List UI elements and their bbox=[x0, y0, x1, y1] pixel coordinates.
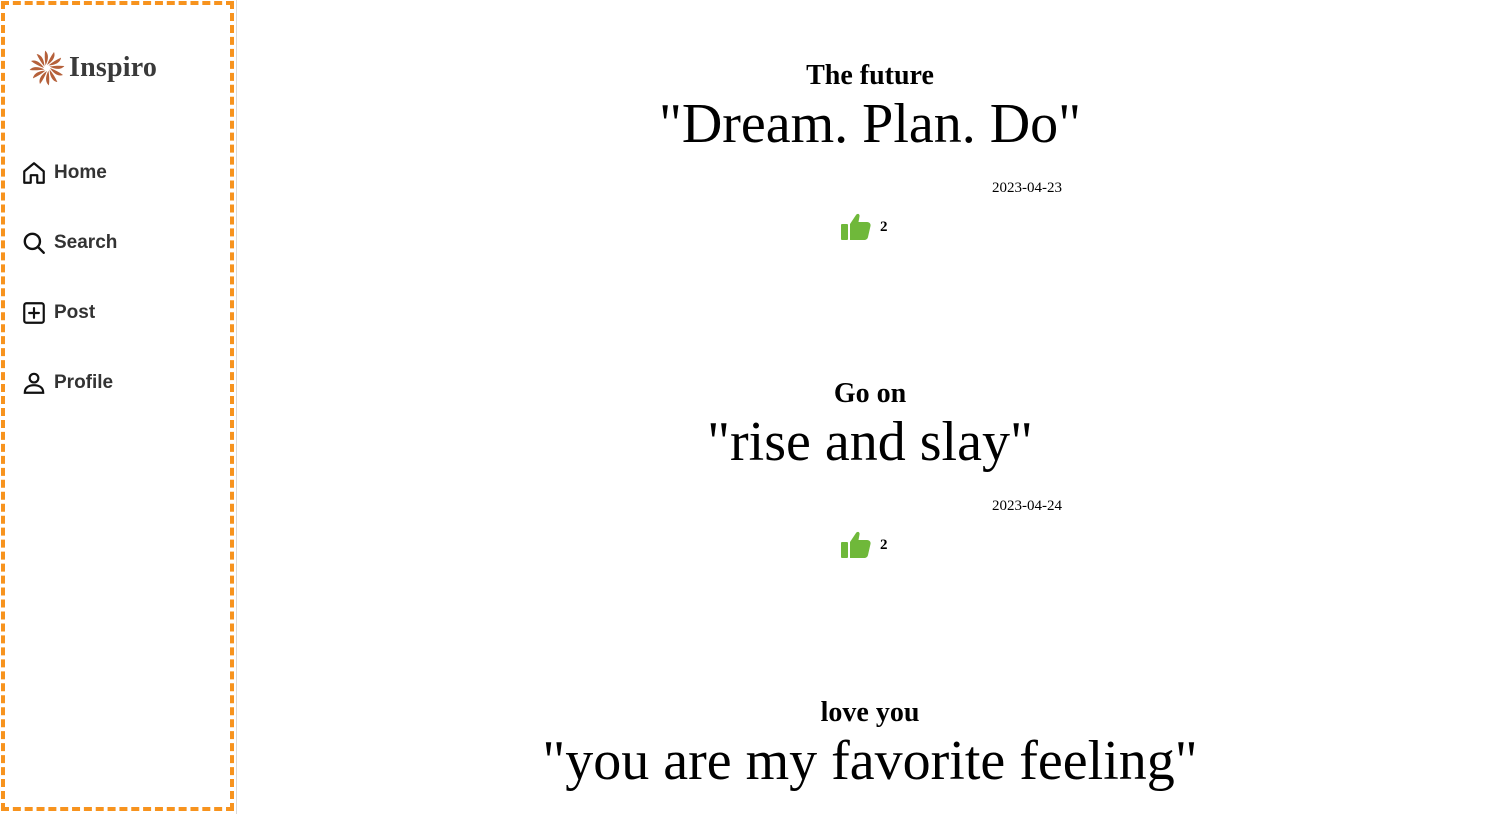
logo[interactable]: Inspiro bbox=[29, 50, 157, 86]
sidebar-item-search[interactable]: Search bbox=[21, 229, 117, 257]
post-quote: "Dream. Plan. Do" bbox=[658, 93, 1082, 155]
post-date: 2023-04-23 bbox=[992, 180, 1062, 196]
home-icon bbox=[23, 162, 45, 184]
add-square-icon bbox=[23, 302, 45, 324]
post-quote: "rise and slay" bbox=[707, 411, 1033, 473]
sidebar-item-label: Profile bbox=[54, 372, 114, 393]
sidebar-item-profile[interactable]: Profile bbox=[21, 369, 113, 397]
post-date: 2023-04-24 bbox=[992, 498, 1062, 514]
sidebar-item-label: Home bbox=[54, 162, 107, 183]
thumbs-up-icon bbox=[841, 531, 871, 558]
post-card: love you "you are my favorite feeling" bbox=[238, 697, 1502, 793]
sidebar-item-label: Search bbox=[54, 232, 118, 253]
feed: The future "Dream. Plan. Do" 2023-04-23 … bbox=[238, 0, 1511, 814]
like-count: 2 bbox=[880, 218, 888, 235]
sidebar-item-label: Post bbox=[54, 302, 96, 323]
post-title: love you bbox=[820, 697, 920, 728]
sidebar: Inspiro Home Search Post Profile bbox=[0, 0, 237, 814]
post-quote: "you are my favorite feeling" bbox=[542, 730, 1198, 792]
logo-text: Inspiro bbox=[69, 52, 158, 83]
search-icon bbox=[23, 232, 45, 254]
sunburst-logo-icon bbox=[29, 50, 65, 86]
post-title: The future bbox=[806, 60, 934, 91]
sidebar-item-post[interactable]: Post bbox=[21, 299, 95, 327]
post-title: Go on bbox=[833, 378, 907, 409]
user-icon bbox=[23, 372, 45, 394]
thumbs-up-icon bbox=[841, 213, 871, 240]
sidebar-focus-outline bbox=[1, 1, 234, 811]
like-button[interactable]: 2 bbox=[840, 530, 888, 560]
sidebar-item-home[interactable]: Home bbox=[21, 159, 107, 187]
like-count: 2 bbox=[880, 536, 888, 553]
like-button[interactable]: 2 bbox=[840, 212, 888, 242]
post-card: Go on "rise and slay" bbox=[238, 378, 1502, 474]
post-card: The future "Dream. Plan. Do" bbox=[238, 60, 1502, 156]
